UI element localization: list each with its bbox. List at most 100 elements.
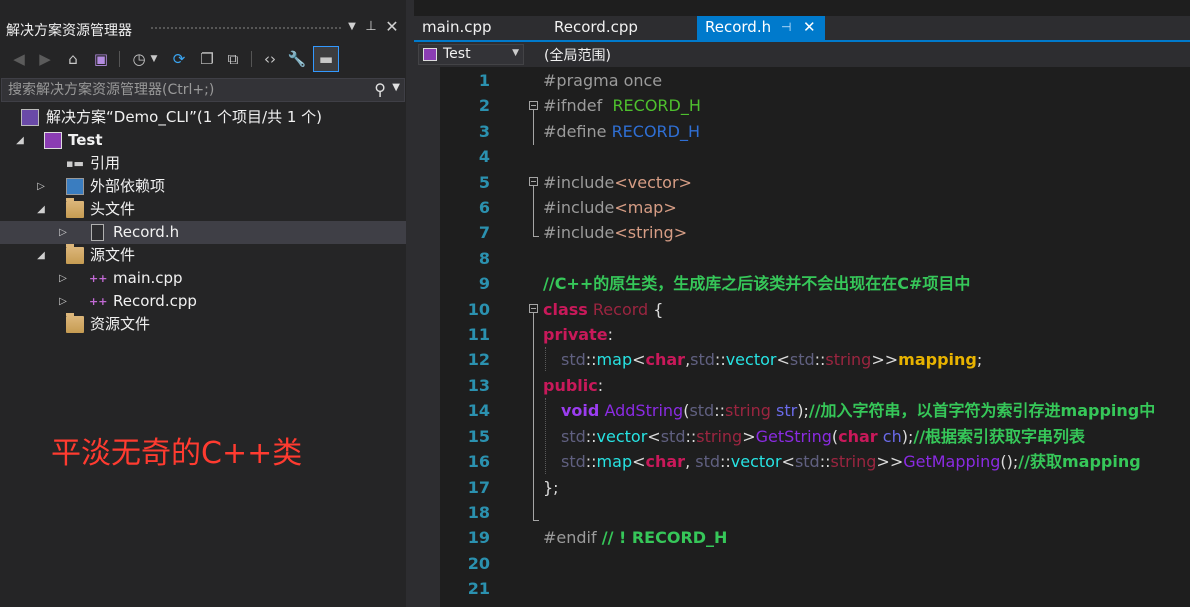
expand-arrow-icon[interactable]: ▷ xyxy=(57,267,69,290)
solution-search-input[interactable] xyxy=(8,80,358,100)
type-name: vector xyxy=(730,452,782,471)
comment: //获取mapping xyxy=(1018,452,1141,471)
code-line: void AddString(std::string str);//加入字符串，… xyxy=(561,401,1156,420)
toolbar-separator xyxy=(251,51,252,67)
collapse-arrow-icon[interactable]: ◢ xyxy=(35,244,47,267)
fold-line xyxy=(533,110,534,145)
folder-icon xyxy=(66,313,84,333)
preprocessor: #define xyxy=(543,122,607,141)
tree-item-external-dependencies[interactable]: ▷ 外部依赖项 xyxy=(0,175,406,198)
fold-toggle-ifndef[interactable] xyxy=(529,101,538,110)
sync-refresh-icon[interactable]: ⟳ xyxy=(168,48,190,70)
preview-selected-items-icon[interactable]: ▬ xyxy=(313,46,339,72)
pin-tab-icon[interactable]: ⊣ xyxy=(781,16,791,39)
tab-record-h[interactable]: Record.h ⊣ ✕ xyxy=(697,16,825,40)
panel-splitter[interactable] xyxy=(406,0,414,607)
tree-item-record-cpp[interactable]: ▷ ++ Record.cpp xyxy=(0,290,406,313)
tree-item-header-files[interactable]: ◢ 头文件 xyxy=(0,198,406,221)
include-path: <vector> xyxy=(614,173,692,192)
keyword: class xyxy=(543,300,588,319)
close-icon[interactable]: ✕ xyxy=(384,19,400,35)
view-code-icon[interactable]: ‹› xyxy=(259,48,281,70)
search-options-dropdown-icon[interactable]: ▼ xyxy=(392,82,400,93)
preprocessor: #include xyxy=(543,198,615,217)
line-number: 4 xyxy=(478,147,490,166)
folder-icon xyxy=(66,198,84,218)
properties-wrench-icon[interactable]: 🔧 xyxy=(286,48,308,70)
collapse-arrow-icon[interactable]: ◢ xyxy=(14,129,26,152)
tree-item-label: 外部依赖项 xyxy=(90,177,166,195)
line-number: 8 xyxy=(478,249,490,268)
code-line: }; xyxy=(543,475,559,500)
solution-search-box: ⚲ ▼ xyxy=(1,78,405,102)
tree-item-label: Record.h xyxy=(113,223,180,241)
line-number: 17 xyxy=(467,478,490,497)
type-name: string xyxy=(696,427,743,446)
code-line: #endif // ! RECORD_H xyxy=(543,525,727,550)
collapse-arrow-icon[interactable]: ◢ xyxy=(35,198,47,221)
forward-icon[interactable]: ▶ xyxy=(34,48,56,70)
function-name: GetString xyxy=(755,427,832,446)
pin-icon[interactable]: ⊥ xyxy=(363,19,379,35)
filter-dropdown-icon[interactable]: ▼ xyxy=(148,48,160,70)
close-tab-icon[interactable]: ✕ xyxy=(803,16,816,39)
tree-item-solution[interactable]: 解决方案“Demo_CLI”(1 个项目/共 1 个) xyxy=(0,106,406,129)
toolbar-separator xyxy=(119,51,120,67)
namespace: std xyxy=(689,401,715,420)
line-number: 12 xyxy=(467,350,490,369)
line-number: 21 xyxy=(467,579,490,598)
cpp-file-icon: ++ xyxy=(89,295,108,308)
back-icon[interactable]: ◀ xyxy=(8,48,30,70)
navigation-bar: Test ▼ (全局范围) xyxy=(414,42,1190,67)
pending-changes-filter-icon[interactable]: ◷ xyxy=(128,48,150,70)
preprocessor: #include xyxy=(543,223,615,242)
preprocessor: #endif xyxy=(543,528,597,547)
code-line: #include<vector> xyxy=(543,170,692,195)
line-number: 10 xyxy=(467,300,490,319)
switch-views-icon[interactable]: ▣ xyxy=(90,48,112,70)
keyword: char xyxy=(645,350,686,369)
code-line: public: xyxy=(543,376,604,395)
member-scope-dropdown[interactable]: (全局范围) xyxy=(544,45,611,65)
show-all-files-icon[interactable]: ⧉ xyxy=(222,48,244,70)
code-editor[interactable] xyxy=(414,67,1190,607)
tree-item-main-cpp[interactable]: ▷ ++ main.cpp xyxy=(0,267,406,290)
indent-guide xyxy=(545,398,546,474)
cpp-project-icon xyxy=(423,48,437,61)
access-specifier: private xyxy=(543,325,608,344)
line-number: 19 xyxy=(467,528,490,547)
fold-toggle-includes[interactable] xyxy=(529,177,538,186)
collapse-all-icon[interactable]: ❐ xyxy=(196,48,218,70)
cpp-project-icon xyxy=(44,132,62,149)
tab-main-cpp[interactable]: main.cpp xyxy=(414,16,542,40)
solution-icon xyxy=(21,109,39,126)
tree-item-project[interactable]: ◢ Test xyxy=(0,129,406,152)
class-name: Record xyxy=(592,300,649,319)
tree-item-source-files[interactable]: ◢ 源文件 xyxy=(0,244,406,267)
expand-arrow-icon[interactable]: ▷ xyxy=(57,290,69,313)
fold-toggle-class[interactable] xyxy=(529,304,538,313)
tab-record-cpp[interactable]: Record.cpp xyxy=(546,16,694,40)
title-grip[interactable] xyxy=(150,26,342,31)
namespace: std xyxy=(561,427,586,446)
function-name: AddString xyxy=(604,401,684,420)
preprocessor: #ifndef xyxy=(543,96,603,115)
comment: // ! RECORD_H xyxy=(601,528,728,547)
expand-arrow-icon[interactable]: ▷ xyxy=(35,175,47,198)
chevron-down-icon: ▼ xyxy=(512,48,519,58)
namespace: std xyxy=(789,350,815,369)
expand-arrow-icon[interactable]: ▷ xyxy=(57,221,69,244)
type-name: string xyxy=(830,452,877,471)
solution-explorer-toolbar: ◀ ▶ ⌂ ▣ ◷ ▼ ⟳ ❐ ⧉ ‹› 🔧 ▬ xyxy=(0,44,406,74)
tree-item-resource-files[interactable]: 资源文件 xyxy=(0,313,406,336)
project-scope-dropdown[interactable]: Test ▼ xyxy=(418,44,524,65)
namespace: std xyxy=(794,452,820,471)
type-name: string xyxy=(724,401,771,420)
fold-end xyxy=(533,520,539,521)
tree-item-references[interactable]: ▪▬ 引用 xyxy=(0,152,406,175)
search-icon[interactable]: ⚲ xyxy=(374,80,386,99)
annotation-text: 平淡无奇的C++类 xyxy=(51,436,303,471)
window-position-dropdown-icon[interactable]: ▼ xyxy=(344,19,360,35)
home-icon[interactable]: ⌂ xyxy=(62,48,84,70)
tree-item-record-h[interactable]: ▷ Record.h xyxy=(0,221,406,244)
